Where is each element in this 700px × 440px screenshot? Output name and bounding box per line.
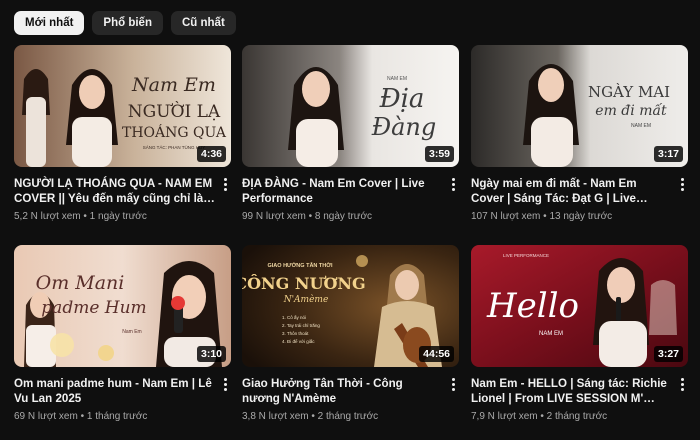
- thumb-title-line2: NGƯỜI LẠ: [128, 101, 221, 122]
- video-card: GIAO HƯỞNG TÂN THỜI CÔNG NƯƠNG N'Amème 1…: [242, 245, 459, 422]
- thumb-title-line1: Nam Em: [131, 74, 216, 96]
- video-card: NGÀY MAI em đi mất NAM EM 3:17 Ngày mai …: [471, 45, 688, 222]
- video-card: Nam Em NGƯỜI LẠ THOÁNG QUA SÁNG TÁC: PHA…: [14, 45, 231, 222]
- view-count: 3,8 N lượt xem: [242, 411, 309, 422]
- thumb-track: 1. Cô ấy nói: [282, 315, 306, 320]
- more-options-icon[interactable]: [676, 376, 688, 392]
- upload-age: 2 tháng trước: [317, 411, 379, 422]
- video-thumbnail[interactable]: Nam Em NGƯỜI LẠ THOÁNG QUA SÁNG TÁC: PHA…: [14, 45, 231, 167]
- thumb-title-line1: NGÀY MAI: [588, 83, 670, 101]
- thumb-series: GIAO HƯỞNG TÂN THỜI: [268, 261, 333, 269]
- upload-age: 2 tháng trước: [546, 411, 608, 422]
- thumb-artist: NAM EM: [631, 123, 651, 129]
- video-stats: 5,2 N lượt xem • 1 ngày trước: [14, 211, 147, 222]
- video-title[interactable]: Ngày mai em đi mất - Nam Em Cover | Sáng…: [471, 176, 672, 206]
- video-title[interactable]: Nam Em - HELLO | Sáng tác: Richie Lionel…: [471, 376, 672, 406]
- video-title[interactable]: Giao Hưởng Tân Thời - Công nương N'Amème: [242, 376, 443, 406]
- video-stats: 99 N lượt xem • 8 ngày trước: [242, 211, 373, 222]
- thumb-artist: NAM EM: [539, 331, 563, 337]
- video-thumbnail[interactable]: LIVE PERFORMANCE Hello NAM EM 3:27: [471, 245, 688, 367]
- thumb-title-line2: padme Hum: [41, 298, 146, 318]
- duration-badge: 44:56: [419, 346, 454, 362]
- thumb-title-main: Hello: [486, 286, 579, 326]
- more-options-icon[interactable]: [676, 176, 688, 192]
- video-stats: 3,8 N lượt xem • 2 tháng trước: [242, 411, 379, 422]
- view-count: 107 N lượt xem: [471, 211, 541, 222]
- upload-age: 1 ngày trước: [89, 211, 147, 222]
- video-stats: 69 N lượt xem • 1 tháng trước: [14, 411, 148, 422]
- thumb-title-main: CÔNG NƯƠNG: [242, 273, 366, 293]
- video-thumbnail[interactable]: NGÀY MAI em đi mất NAM EM 3:17: [471, 45, 688, 167]
- more-options-icon[interactable]: [447, 176, 459, 192]
- thumb-title-line1: Địa: [379, 84, 425, 114]
- more-options-icon[interactable]: [219, 376, 231, 392]
- thumb-artist: Nam Em: [122, 329, 141, 335]
- filter-chips: Mới nhất Phổ biến Cũ nhất: [14, 11, 236, 35]
- video-title[interactable]: NGƯỜI LẠ THOÁNG QUA - NAM EM COVER || Yê…: [14, 176, 215, 206]
- duration-badge: 4:36: [196, 146, 226, 162]
- duration-badge: 3:59: [424, 146, 454, 162]
- video-title[interactable]: Om mani padme hum - Nam Em | Lê Vu Lan 2…: [14, 376, 215, 406]
- filter-chip-newest[interactable]: Mới nhất: [14, 11, 85, 35]
- thumb-title-line2: Đàng: [371, 113, 437, 141]
- view-count: 69 N lượt xem: [14, 411, 78, 422]
- thumb-title-line3: THOÁNG QUA: [122, 123, 227, 141]
- video-thumbnail[interactable]: Om Mani padme Hum Nam Em 3:10: [14, 245, 231, 367]
- duration-badge: 3:17: [653, 146, 683, 162]
- more-options-icon[interactable]: [447, 376, 459, 392]
- view-count: 7,9 N lượt xem: [471, 411, 538, 422]
- filter-chip-popular[interactable]: Phổ biến: [92, 11, 163, 35]
- thumb-title-script: N'Amème: [283, 294, 329, 305]
- video-stats: 107 N lượt xem • 13 ngày trước: [471, 211, 613, 222]
- view-count: 5,2 N lượt xem: [14, 211, 81, 222]
- filter-chip-oldest[interactable]: Cũ nhất: [170, 11, 236, 35]
- upload-age: 13 ngày trước: [549, 211, 613, 222]
- thumb-track: 2. Tay trái chỉ trăng: [282, 322, 320, 328]
- upload-age: 1 tháng trước: [86, 411, 148, 422]
- video-title[interactable]: ĐỊA ĐÀNG - Nam Em Cover | Live Performan…: [242, 176, 443, 206]
- upload-age: 8 ngày trước: [314, 211, 373, 222]
- duration-badge: 3:10: [196, 346, 226, 362]
- thumb-artist: NAM EM: [387, 76, 407, 82]
- thumb-track: 3. Thôn thoát: [282, 331, 309, 336]
- video-card: LIVE PERFORMANCE Hello NAM EM 3:27 Nam E…: [471, 245, 688, 422]
- video-thumbnail[interactable]: GIAO HƯỞNG TÂN THỜI CÔNG NƯƠNG N'Amème 1…: [242, 245, 459, 367]
- thumb-track: 4. Đi để với giấc: [282, 338, 315, 344]
- thumb-title-line2: em đi mất: [595, 102, 667, 119]
- thumb-title-line1: Om Mani: [36, 272, 125, 294]
- more-options-icon[interactable]: [219, 176, 231, 192]
- video-stats: 7,9 N lượt xem • 2 tháng trước: [471, 411, 608, 422]
- duration-badge: 3:27: [653, 346, 683, 362]
- thumb-series: LIVE PERFORMANCE: [503, 253, 549, 258]
- thumb-credit: SÁNG TÁC: PHAN TÙNG HUY: [143, 144, 206, 150]
- view-count: 99 N lượt xem: [242, 211, 306, 222]
- video-card: NAM EM Địa Đàng 3:59 ĐỊA ĐÀNG - Nam Em C…: [242, 45, 459, 222]
- video-thumbnail[interactable]: NAM EM Địa Đàng 3:59: [242, 45, 459, 167]
- video-card: Om Mani padme Hum Nam Em 3:10 Om mani pa…: [14, 245, 231, 422]
